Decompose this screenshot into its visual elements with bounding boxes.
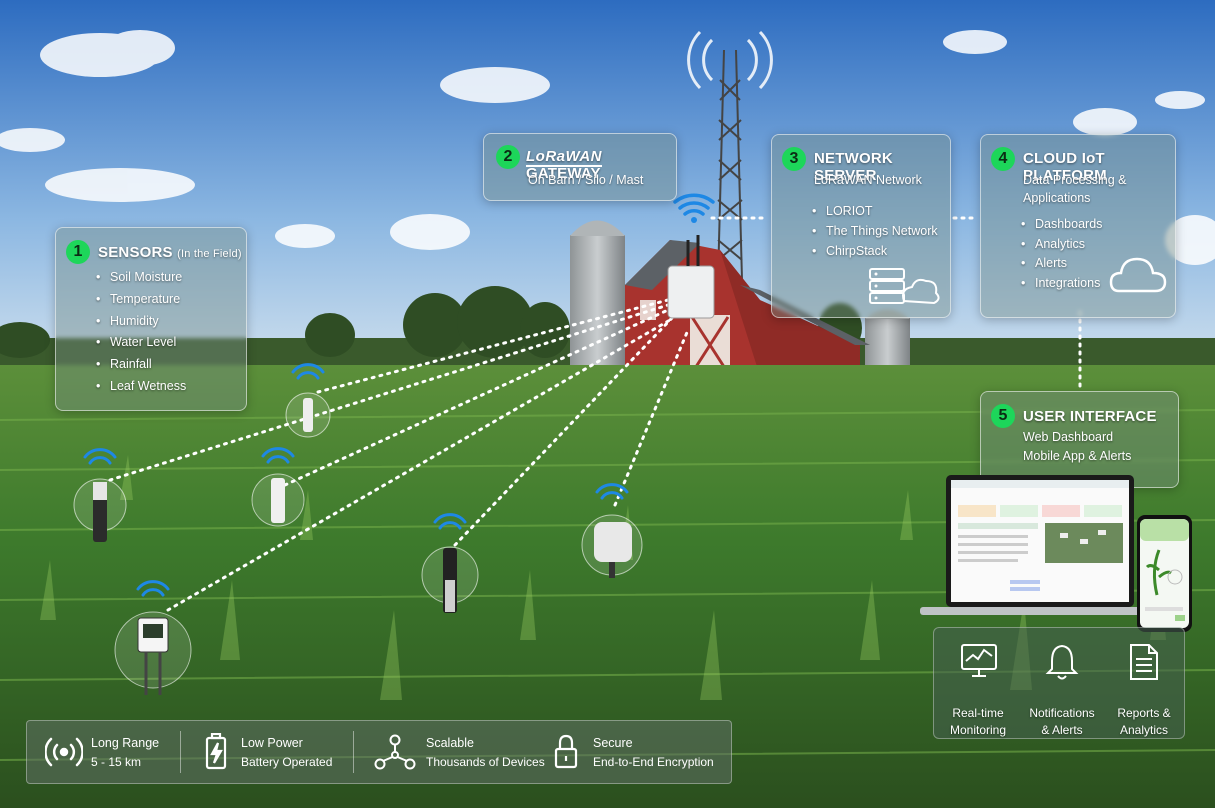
- ui-feature-label: Reports & Analytics: [1117, 706, 1171, 737]
- step-number-badge: 2: [496, 145, 520, 169]
- step-number-badge: 3: [782, 147, 806, 171]
- cloud-feature-list: Dashboards Analytics Alerts Integrations: [1021, 217, 1102, 295]
- benefit-secure: Secure End-to-End Encryption: [553, 721, 729, 783]
- divider: [180, 731, 181, 773]
- user-interface-line2: Mobile App & Alerts: [1023, 449, 1132, 463]
- battery-bolt-icon: [205, 733, 227, 770]
- divider: [353, 731, 354, 773]
- bell-icon: [1045, 644, 1079, 680]
- list-item: Rainfall: [96, 357, 186, 379]
- benefit-long-range: Long Range 5 - 15 km: [45, 721, 195, 783]
- step-number-badge: 4: [991, 147, 1015, 171]
- benefit-detail: Battery Operated: [241, 755, 333, 769]
- list-item: Alerts: [1021, 256, 1102, 276]
- sensors-title-text: SENSORS: [98, 244, 173, 261]
- list-item: Dashboards: [1021, 217, 1102, 237]
- user-interface-panel: 5 USER INTERFACE Web Dashboard Mobile Ap…: [980, 391, 1179, 488]
- benefit-scalable: Scalable Thousands of Devices: [373, 721, 553, 783]
- sensors-title: SENSORS (In the Field): [98, 244, 242, 261]
- benefit-title: Low Power: [241, 736, 303, 750]
- benefits-bar: Long Range 5 - 15 km Low Power Battery O…: [26, 720, 732, 784]
- list-item: Analytics: [1021, 237, 1102, 257]
- benefit-low-power: Low Power Battery Operated: [203, 721, 363, 783]
- list-item: Water Level: [96, 335, 186, 357]
- monitor-chart-icon: [961, 644, 997, 677]
- ui-features-panel: Real-time Monitoring Notifications & Alert…: [933, 627, 1185, 739]
- step-number-badge: 1: [66, 240, 90, 264]
- network-nodes-icon: [374, 734, 416, 770]
- list-item: ChirpStack: [812, 244, 938, 264]
- user-interface-title: USER INTERFACE: [1023, 408, 1157, 425]
- list-item: LORIOT: [812, 204, 938, 224]
- gateway-subtitle: On Barn / Silo / Mast: [528, 173, 644, 187]
- list-item: Leaf Wetness: [96, 379, 186, 401]
- benefit-title: Long Range: [91, 736, 160, 750]
- network-server-subtitle: LoRaWAN Network: [814, 173, 922, 187]
- sensors-title-note: (In the Field): [177, 248, 242, 260]
- list-item: Humidity: [96, 314, 186, 336]
- list-item: Integrations: [1021, 276, 1102, 296]
- user-interface-line1: Web Dashboard: [1023, 430, 1114, 444]
- laptop-dashboard-image: [920, 475, 1140, 615]
- network-server-panel: 3 NETWORK SERVER LoRaWAN Network LORIOT …: [771, 134, 951, 318]
- step-number-badge: 5: [991, 404, 1015, 428]
- server-cloud-icon: [869, 268, 940, 305]
- benefit-detail: Thousands of Devices: [426, 755, 545, 769]
- list-item: The Things Network: [812, 224, 938, 244]
- ui-feature-label: Notifications & Alerts: [1029, 706, 1095, 737]
- gateway-panel: 2 LoRaWAN GATEWAY On Barn / Silo / Mast: [483, 133, 677, 201]
- padlock-icon: [554, 734, 578, 769]
- phone-app-image: [1137, 515, 1192, 632]
- sensors-panel: 1 SENSORS (In the Field) Soil Moisture T…: [55, 227, 247, 411]
- sensor-type-list: Soil Moisture Temperature Humidity Water…: [96, 270, 186, 401]
- report-document-icon: [1130, 644, 1158, 680]
- benefit-title: Secure: [593, 736, 633, 750]
- cloud-icon: [1109, 257, 1167, 293]
- list-item: Temperature: [96, 292, 186, 314]
- list-item: Soil Moisture: [96, 270, 186, 292]
- benefit-detail: End-to-End Encryption: [593, 755, 714, 769]
- network-server-list: LORIOT The Things Network ChirpStack: [812, 204, 938, 264]
- benefit-title: Scalable: [426, 736, 474, 750]
- cloud-subtitle-line2: Applications: [1023, 191, 1091, 205]
- benefit-detail: 5 - 15 km: [91, 755, 142, 769]
- cloud-subtitle-line1: Data Processing &: [1023, 173, 1127, 187]
- cloud-platform-panel: 4 CLOUD IoT PLATFORM Data Processing & A…: [980, 134, 1176, 318]
- radio-signal-icon: [45, 737, 83, 767]
- ui-feature-label: Real-time Monitoring: [949, 706, 1007, 737]
